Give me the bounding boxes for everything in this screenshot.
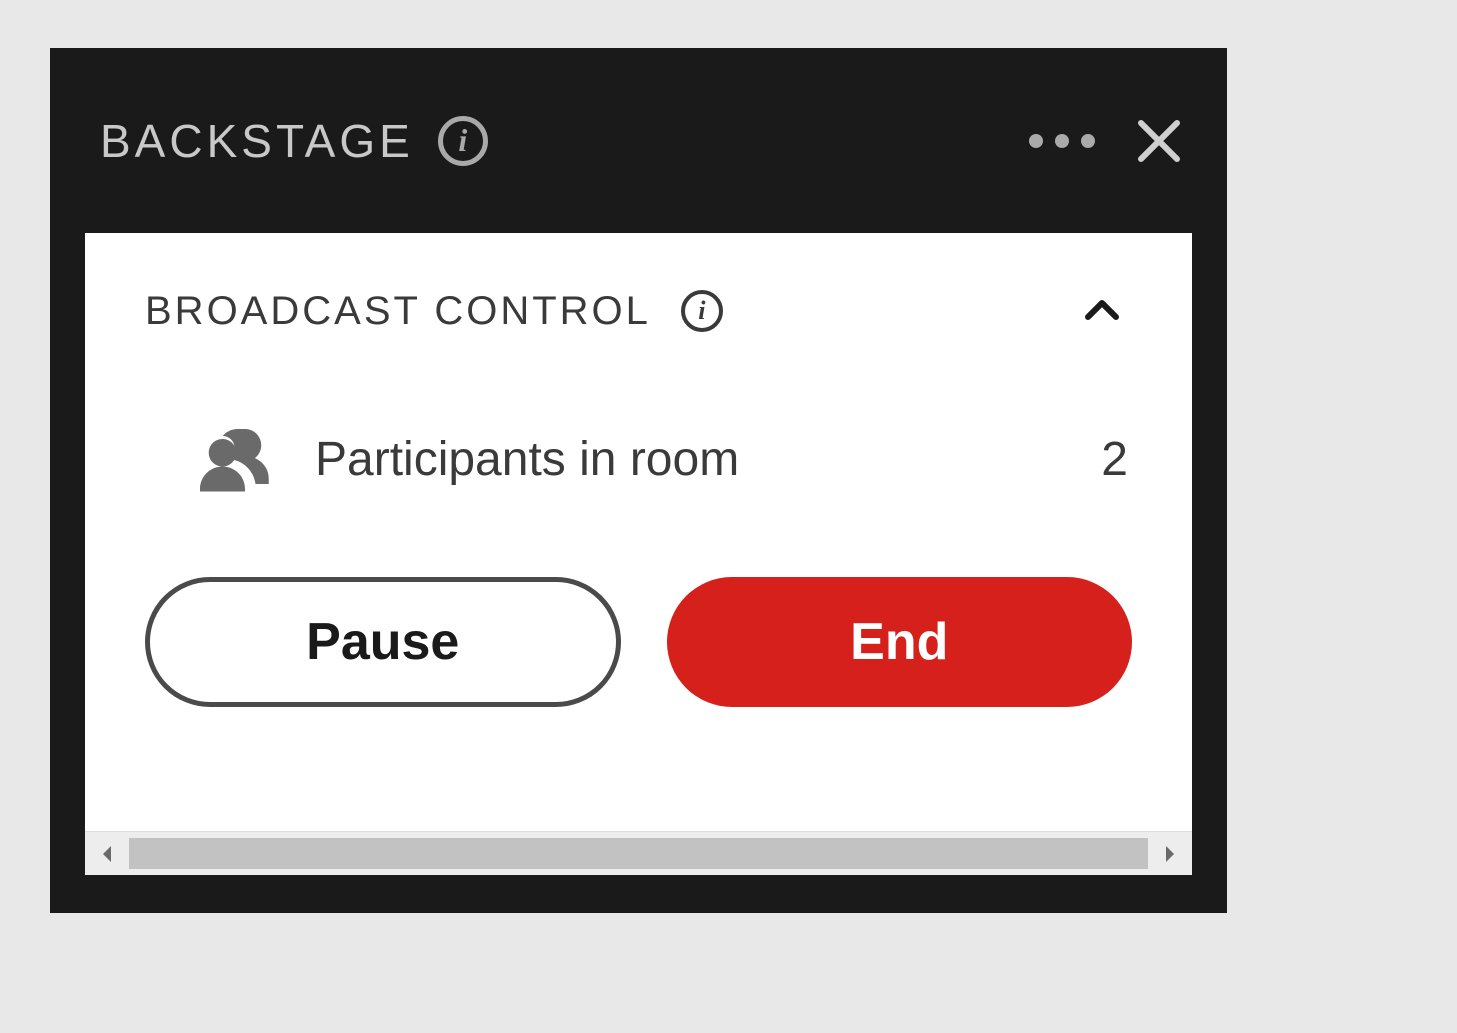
panel-title: BACKSTAGE xyxy=(100,114,414,168)
scroll-track[interactable] xyxy=(129,832,1148,875)
participants-row: Participants in room 2 xyxy=(85,349,1192,519)
content-area: BROADCAST CONTROL i Participants in room… xyxy=(85,233,1192,875)
horizontal-scrollbar[interactable] xyxy=(85,831,1192,875)
panel-header: BACKSTAGE i xyxy=(50,48,1227,233)
backstage-panel: BACKSTAGE i BROADCAST CONTROL i xyxy=(50,48,1227,913)
close-icon[interactable] xyxy=(1131,113,1187,169)
end-button[interactable]: End xyxy=(667,577,1133,707)
button-row: Pause End xyxy=(85,519,1192,727)
scroll-thumb[interactable] xyxy=(129,838,1148,869)
section-title: BROADCAST CONTROL xyxy=(145,289,651,334)
info-icon[interactable]: i xyxy=(681,290,723,332)
scroll-right-icon[interactable] xyxy=(1148,832,1192,876)
more-options-icon[interactable] xyxy=(1029,134,1095,148)
info-icon[interactable]: i xyxy=(438,116,488,166)
broadcast-control-header: BROADCAST CONTROL i xyxy=(85,233,1192,349)
pause-button[interactable]: Pause xyxy=(145,577,621,707)
people-icon xyxy=(195,419,275,499)
participants-count: 2 xyxy=(1101,432,1128,487)
participants-label: Participants in room xyxy=(315,432,739,487)
chevron-up-icon[interactable] xyxy=(1072,281,1132,341)
scroll-left-icon[interactable] xyxy=(85,832,129,876)
